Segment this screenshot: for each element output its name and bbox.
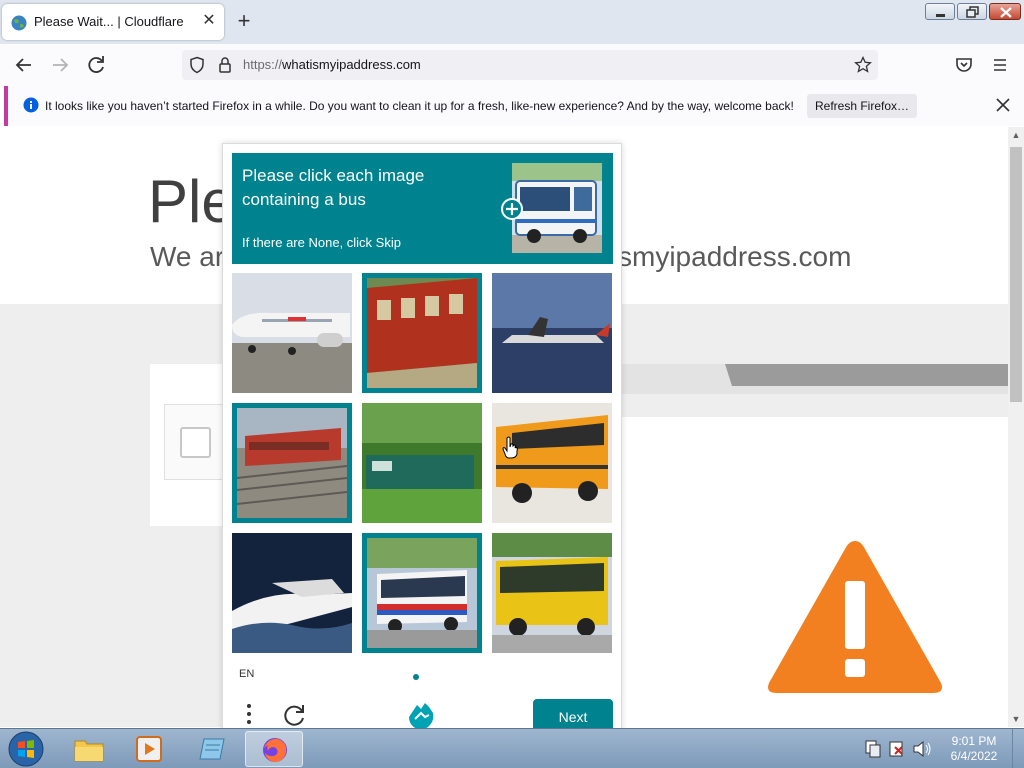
window-close-button[interactable] (989, 3, 1021, 20)
clock-date: 6/4/2022 (950, 749, 998, 763)
scroll-up-arrow-icon[interactable]: ▲ (1008, 127, 1024, 143)
notification-message: It looks like you haven’t started Firefo… (45, 99, 794, 113)
hand-cursor-icon (502, 436, 518, 459)
folder-icon (74, 740, 104, 762)
taskbar-notepad[interactable] (184, 731, 242, 767)
language-selector[interactable]: EN (239, 668, 254, 680)
show-desktop-button[interactable] (1012, 729, 1024, 768)
system-clock[interactable]: 9:01 PM 6/4/2022 (944, 734, 1004, 764)
captcha-tile-airplane[interactable] (232, 273, 352, 393)
shield-icon[interactable] (188, 56, 206, 74)
page-indicator-dot (413, 674, 419, 680)
captcha-tile-green-locomotive[interactable] (362, 403, 482, 523)
taskbar-media-player[interactable] (120, 731, 178, 767)
url-host: whatismyipaddress.com (282, 57, 421, 72)
hamburger-menu-icon[interactable] (988, 53, 1012, 77)
info-icon (23, 97, 39, 113)
warning-icon (768, 541, 942, 693)
captcha-tile-speedboat[interactable] (232, 533, 352, 653)
forward-icon[interactable] (48, 53, 72, 77)
lock-icon[interactable] (217, 56, 233, 74)
tab-close-icon[interactable]: ✕ (200, 12, 218, 30)
taskbar-explorer[interactable] (60, 731, 118, 767)
page-subtitle-right: smyipaddress.com (618, 241, 852, 272)
tab-active[interactable]: Please Wait... | Cloudflare ✕ (2, 4, 224, 40)
tab-bar: Please Wait... | Cloudflare ✕ + (0, 0, 1024, 44)
notification-bar: It looks like you haven’t started Firefo… (4, 86, 1024, 126)
new-tab-button[interactable]: + (232, 10, 256, 34)
scrollbar-thumb[interactable] (1010, 147, 1022, 402)
expand-plus-icon[interactable] (501, 198, 523, 220)
captcha-tile-yellow-coach[interactable] (492, 533, 612, 653)
refresh-challenge-icon[interactable] (281, 702, 307, 728)
captcha-tile-train-car[interactable] (362, 273, 482, 393)
captcha-tile-school-bus[interactable] (492, 403, 612, 523)
close-notification-icon[interactable] (993, 95, 1013, 115)
tab-title: Please Wait... | Cloudflare (34, 14, 184, 29)
firefox-icon (263, 738, 287, 762)
back-icon[interactable] (12, 53, 36, 77)
taskbar-firefox[interactable] (245, 731, 303, 767)
taskbar: 9:01 PM 6/4/2022 (0, 728, 1024, 768)
start-button-icon[interactable] (6, 730, 46, 768)
pocket-icon[interactable] (952, 53, 976, 77)
verify-checkbox[interactable] (180, 427, 211, 458)
notepad-icon (199, 738, 225, 760)
star-icon[interactable] (854, 56, 872, 74)
more-options-icon[interactable] (241, 702, 261, 726)
captcha-hint-text: If there are None, click Skip (242, 235, 401, 250)
url-text[interactable]: https://whatismyipaddress.com (243, 57, 421, 72)
captcha-prompt-banner: Please click each image containing a bus… (232, 153, 613, 264)
reload-icon[interactable] (84, 53, 108, 77)
captcha-challenge: Please click each image containing a bus… (222, 143, 622, 733)
clock-time: 9:01 PM (951, 734, 997, 748)
captcha-tile-passenger-train[interactable] (232, 403, 352, 523)
scroll-down-arrow-icon[interactable]: ▼ (1008, 711, 1024, 727)
navigation-bar: https://whatismyipaddress.com (0, 44, 1024, 86)
refresh-firefox-button[interactable]: Refresh Firefox… (807, 94, 917, 118)
captcha-prompt-text: Please click each image containing a bus (242, 166, 425, 209)
url-protocol: https:// (243, 57, 283, 72)
page-subtitle-left: We ar (150, 241, 225, 272)
globe-icon (11, 15, 27, 31)
url-bar[interactable]: https://whatismyipaddress.com (182, 50, 878, 80)
captcha-tile-city-bus[interactable] (362, 533, 482, 653)
page-scrollbar[interactable]: ▲ ▼ (1008, 127, 1024, 727)
window-restore-button[interactable] (957, 3, 987, 20)
captcha-tile-aircraft-sea[interactable] (492, 273, 612, 393)
system-tray-icons[interactable] (862, 737, 942, 761)
page-tab-shape (620, 364, 1008, 394)
window-minimize-button[interactable] (925, 3, 955, 20)
example-bus-image[interactable] (512, 163, 602, 253)
media-player-icon (136, 736, 162, 762)
